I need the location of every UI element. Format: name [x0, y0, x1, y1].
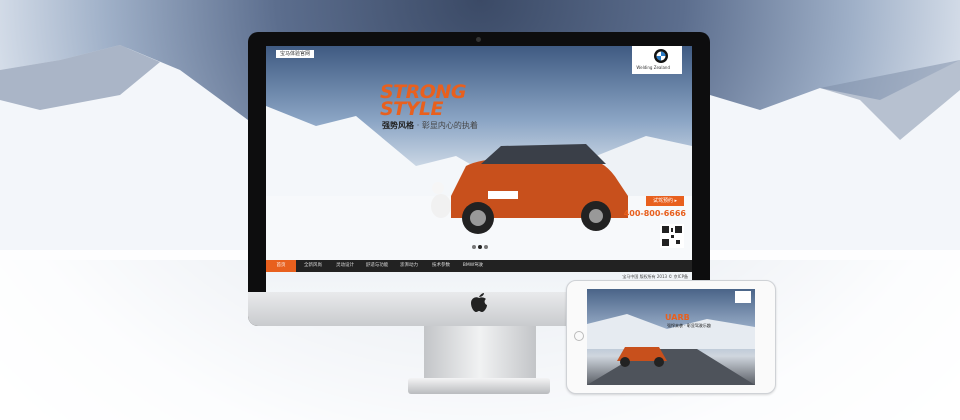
tablet-bmw-logo-icon	[735, 291, 751, 303]
tablet-headline: UARB	[665, 313, 690, 322]
qr-code-icon	[660, 224, 684, 248]
hotline-number: 400-800-6666	[623, 209, 686, 218]
ipad-device: UARB 强悍来袭 · 彰显驾驶乐趣	[566, 280, 776, 394]
carousel-dots	[472, 234, 490, 253]
camera-dot	[476, 37, 481, 42]
apple-logo-icon	[471, 293, 487, 312]
brand-subtext: Welding Zealand	[636, 65, 670, 70]
nav-item-new-style[interactable]: 全新风尚	[298, 260, 328, 272]
site-badge[interactable]: 宝马体验官网	[276, 50, 315, 58]
tagline-rest: · 彰显内心的执着	[416, 121, 478, 130]
tablet-scenery	[587, 314, 755, 385]
nav-item-driving[interactable]: BMW驾驶	[458, 260, 488, 272]
nav-item-design[interactable]: 灵动设计	[330, 260, 360, 272]
nav-item-power[interactable]: 澎湃动力	[394, 260, 424, 272]
headline-line2: STYLE	[380, 98, 443, 120]
test-drive-button[interactable]: 试驾预约 ▸	[646, 196, 684, 206]
brand-box[interactable]: Welding Zealand	[632, 46, 682, 74]
main-nav: 首页 全新风尚 灵动设计 舒适与功能 澎湃动力 技术参数 BMW驾驶	[266, 260, 692, 272]
hero-headline: STRONG STYLE	[380, 83, 466, 120]
tagline-bold: 强势风格	[382, 121, 414, 130]
nav-item-specs[interactable]: 技术参数	[426, 260, 456, 272]
carousel-dot-active[interactable]	[478, 245, 482, 249]
bmw-logo-icon	[654, 49, 668, 63]
tablet-subtitle: 强悍来袭 · 彰显驾驶乐趣	[667, 323, 711, 328]
nav-item-comfort[interactable]: 舒适与功能	[362, 260, 392, 272]
imac-stand-base	[408, 378, 550, 394]
screen-scenery	[266, 106, 692, 266]
carousel-dot[interactable]	[472, 245, 476, 249]
carousel-dot[interactable]	[484, 245, 488, 249]
hero-tagline: 强势风格 · 彰显内心的执着	[382, 120, 478, 131]
website-screen: 宝马体验官网 Welding Zealand STRONG STYLE 强势风格…	[266, 46, 692, 292]
tablet-screen: UARB 强悍来袭 · 彰显驾驶乐趣	[587, 289, 755, 385]
imac-stand	[424, 326, 536, 384]
home-button-icon	[574, 331, 584, 341]
nav-item-home[interactable]: 首页	[266, 260, 296, 272]
